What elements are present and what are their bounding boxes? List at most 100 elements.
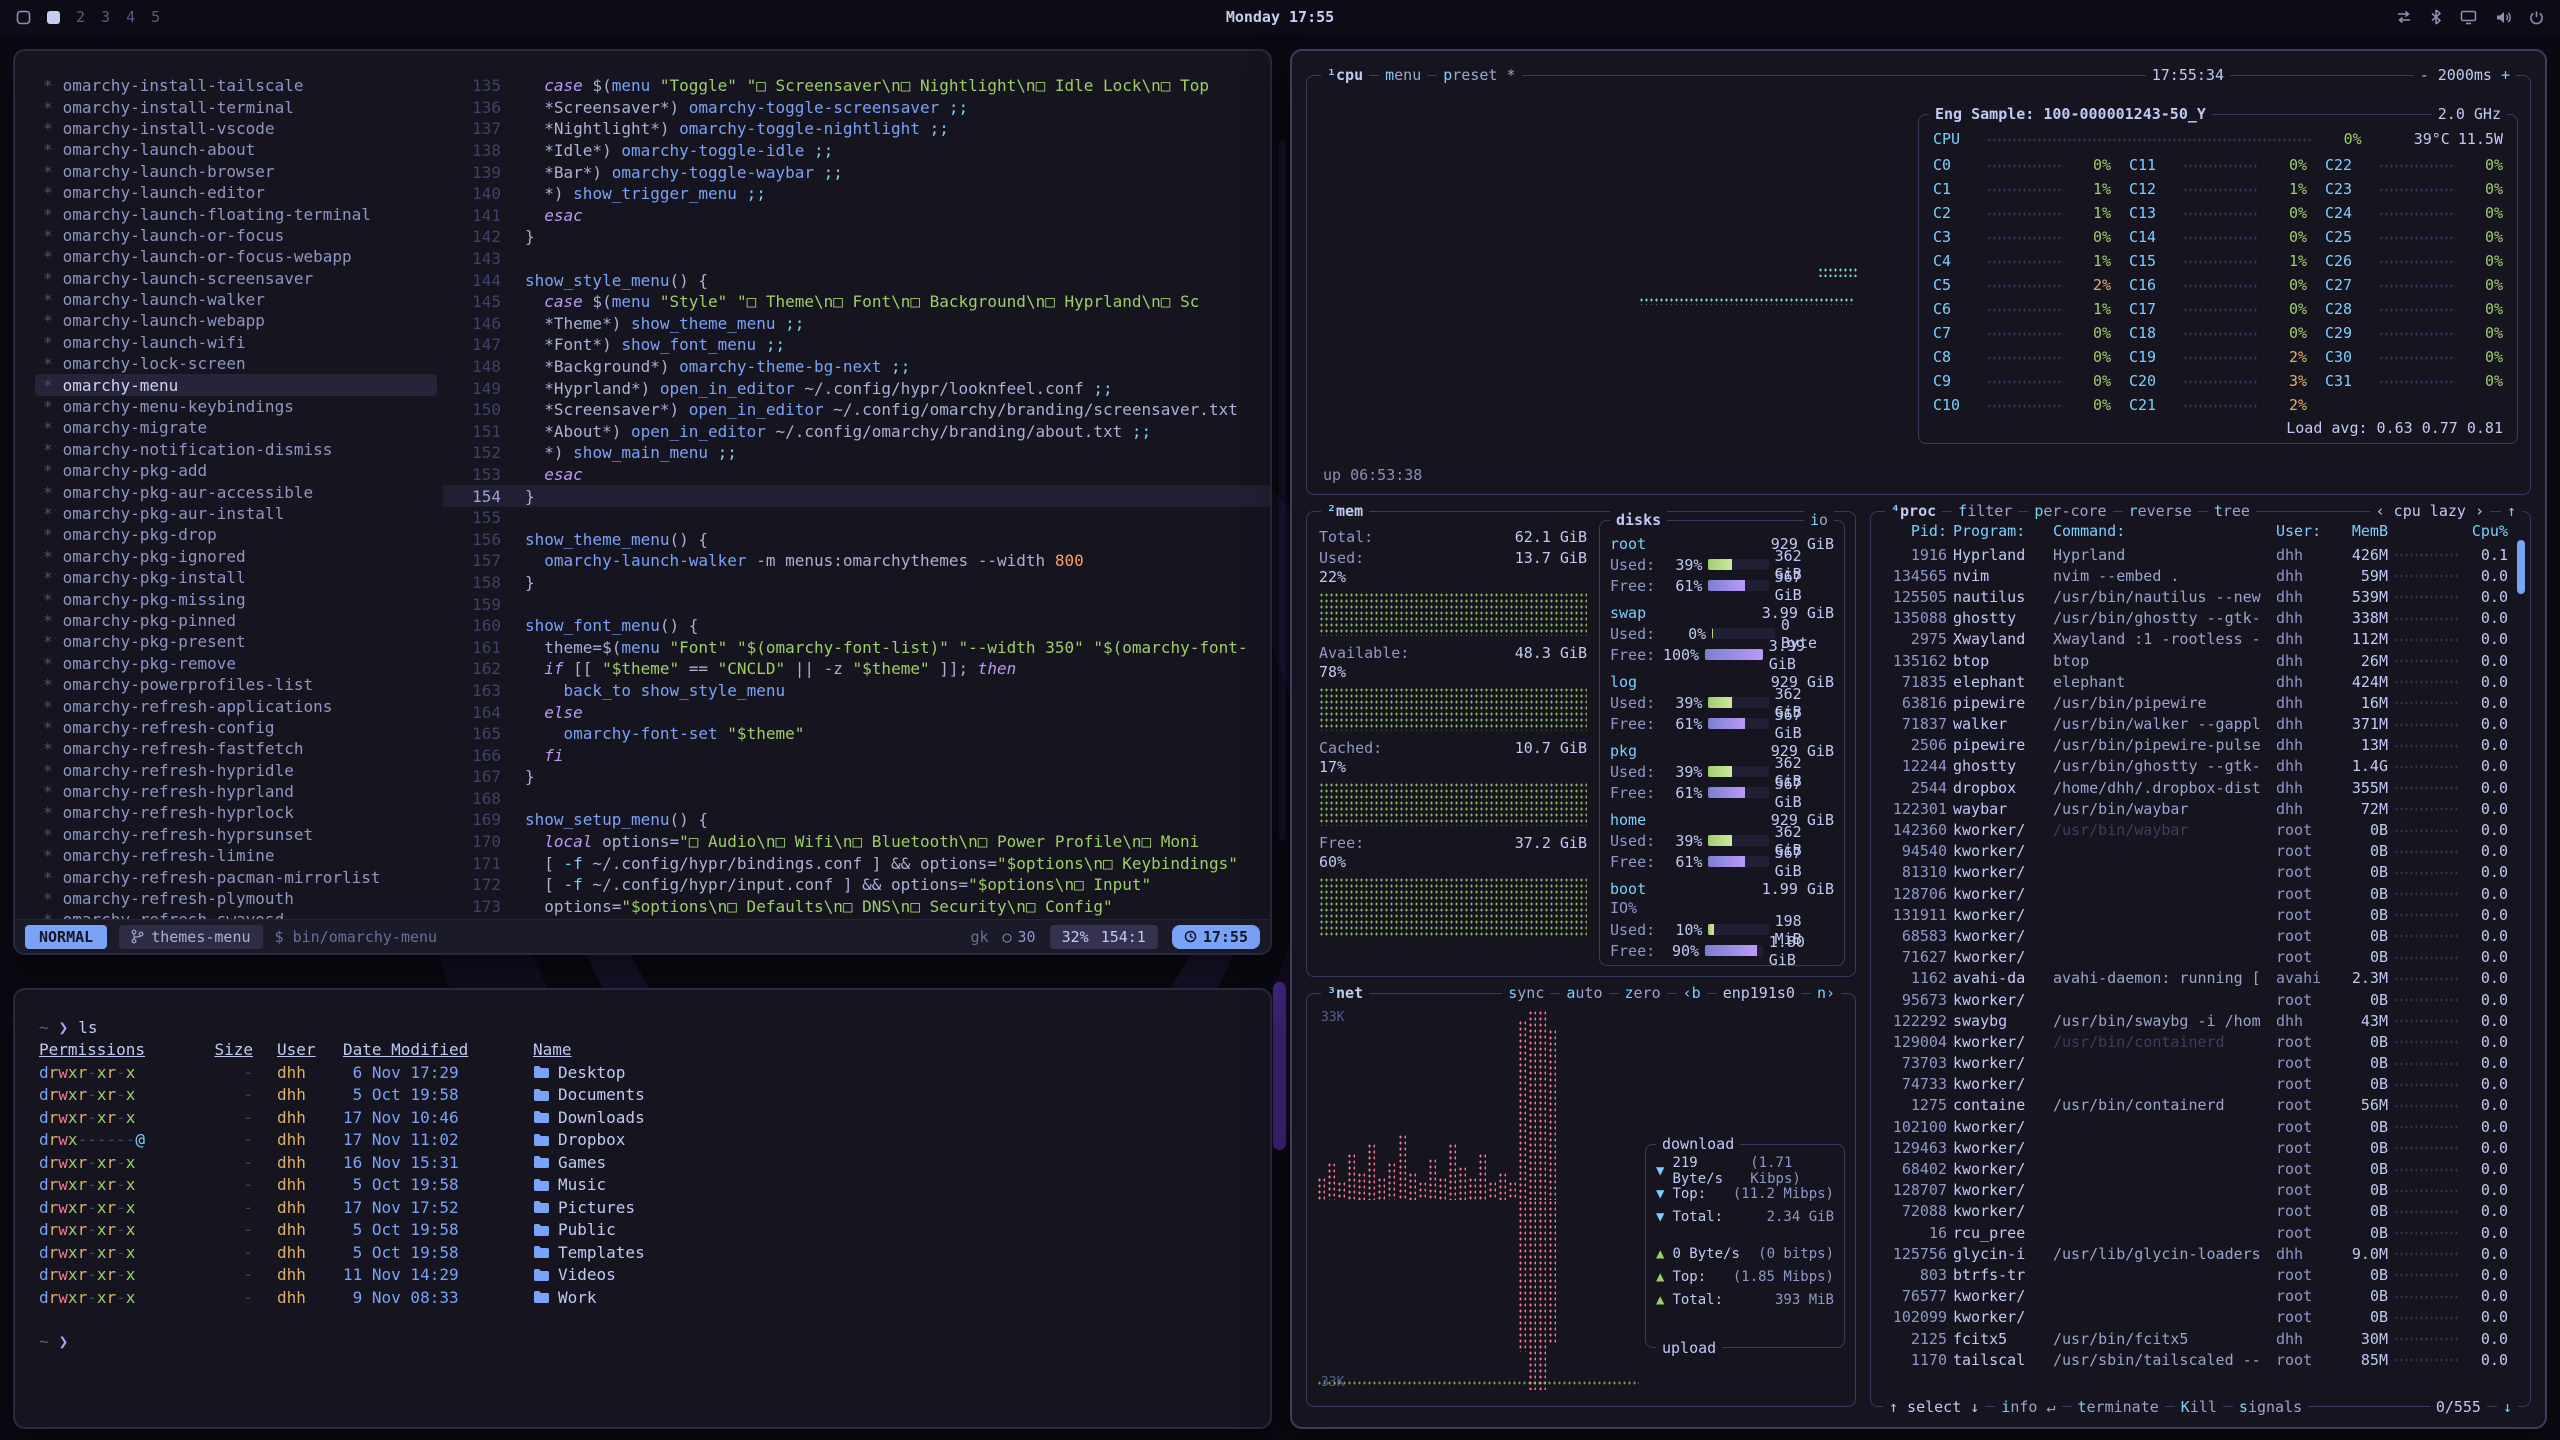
col-command[interactable]: Command: <box>2053 522 2270 540</box>
process-row[interactable]: 71627kworker/root0B0.0 <box>1881 947 2508 968</box>
code-line[interactable]: 145 case $(menu "Style" "□ Theme\n□ Font… <box>443 291 1270 313</box>
code-line[interactable]: 155 <box>443 507 1270 529</box>
code-line[interactable]: 158} <box>443 572 1270 594</box>
process-row[interactable]: 16rcu_preeroot0B0.0 <box>1881 1222 2508 1243</box>
file-item[interactable]: *omarchy-launch-about <box>35 139 437 160</box>
file-item[interactable]: *omarchy-pkg-aur-accessible <box>35 481 437 502</box>
col-program[interactable]: Program: <box>1953 522 2047 540</box>
scroll-down-button[interactable]: ↓ <box>2497 1398 2518 1416</box>
file-item[interactable]: *omarchy-notification-dismiss <box>35 439 437 460</box>
code-line[interactable]: 143 <box>443 248 1270 270</box>
file-item[interactable]: *omarchy-refresh-hyprlock <box>35 802 437 823</box>
file-item[interactable]: *omarchy-pkg-pinned <box>35 610 437 631</box>
file-item[interactable]: *omarchy-launch-screensaver <box>35 268 437 289</box>
file-item[interactable]: *omarchy-launch-editor <box>35 182 437 203</box>
process-row[interactable]: 135088ghostty/usr/bin/ghostty --gtk-dhh3… <box>1881 608 2508 629</box>
file-item[interactable]: *omarchy-install-tailscale <box>35 75 437 96</box>
code-line[interactable]: 135 case $(menu "Toggle" "□ Screensaver\… <box>443 75 1270 97</box>
code-line[interactable]: 163 back_to show_style_menu <box>443 680 1270 702</box>
file-item[interactable]: *omarchy-launch-wifi <box>35 332 437 353</box>
process-row[interactable]: 131911kworker/root0B0.0 <box>1881 904 2508 925</box>
code-line[interactable]: 162 if [[ "$theme" == "CNCLD" || -z "$th… <box>443 658 1270 680</box>
process-row[interactable]: 2506pipewire/usr/bin/pipewire-pulsedhh13… <box>1881 735 2508 756</box>
file-item[interactable]: *omarchy-launch-floating-terminal <box>35 203 437 224</box>
process-row[interactable]: 128707kworker/root0B0.0 <box>1881 1180 2508 1201</box>
process-row[interactable]: 2544dropbox/home/dhh/.dropbox-distdhh355… <box>1881 777 2508 798</box>
file-item[interactable]: *omarchy-pkg-remove <box>35 653 437 674</box>
code-line[interactable]: 142} <box>443 226 1270 248</box>
file-item[interactable]: *omarchy-refresh-plymouth <box>35 888 437 909</box>
reverse-button[interactable]: reverse <box>2123 502 2198 520</box>
code-line[interactable]: 137 *Nightlight*) omarchy-toggle-nightli… <box>443 118 1270 140</box>
code-line[interactable]: 151 *About*) open_in_editor ~/.config/om… <box>443 421 1270 443</box>
proc-tab[interactable]: ⁴proc <box>1885 502 1942 520</box>
file-item[interactable]: *omarchy-pkg-aur-install <box>35 503 437 524</box>
process-row[interactable]: 68402kworker/root0B0.0 <box>1881 1158 2508 1179</box>
process-row[interactable]: 135162btopbtopdhh26M0.0 <box>1881 650 2508 671</box>
rate-increase-button[interactable]: + <box>2501 66 2510 84</box>
process-row[interactable]: 122301waybar/usr/bin/waybardhh72M0.0 <box>1881 798 2508 819</box>
menu-button[interactable]: menu <box>1379 66 1427 84</box>
io-toggle-button[interactable]: io <box>1804 511 1834 529</box>
process-row[interactable]: 71835elephantelephantdhh424M0.0 <box>1881 671 2508 692</box>
proc-scrollbar[interactable] <box>2517 540 2525 594</box>
code-line[interactable]: 146 *Theme*) show_theme_menu ;; <box>443 313 1270 335</box>
col-memb[interactable]: MemB <box>2336 522 2388 540</box>
file-item[interactable]: *omarchy-pkg-present <box>35 631 437 652</box>
code-line[interactable]: 169show_setup_menu() { <box>443 809 1270 831</box>
code-line[interactable]: 147 *Font*) show_font_menu ;; <box>443 334 1270 356</box>
code-line[interactable]: 171 [ -f ~/.config/hypr/bindings.conf ] … <box>443 852 1270 874</box>
scroll-up-button[interactable]: ↑ <box>2501 502 2522 520</box>
net-tab[interactable]: ³net <box>1321 984 1369 1002</box>
file-item[interactable]: *omarchy-pkg-add <box>35 460 437 481</box>
col-cpu[interactable]: Cpu% <box>2464 522 2508 540</box>
process-row[interactable]: 68583kworker/root0B0.0 <box>1881 925 2508 946</box>
process-row[interactable]: 72088kworker/root0B0.0 <box>1881 1201 2508 1222</box>
file-item[interactable]: *omarchy-refresh-config <box>35 717 437 738</box>
process-row[interactable]: 129004kworker//usr/bin/containerdroot0B0… <box>1881 1031 2508 1052</box>
cpu-tab[interactable]: ¹cpu <box>1321 66 1369 84</box>
file-item[interactable]: *omarchy-pkg-missing <box>35 588 437 609</box>
process-row[interactable]: 71837walker/usr/bin/walker --gappldhh371… <box>1881 714 2508 735</box>
code-line[interactable]: 138 *Idle*) omarchy-toggle-idle ;; <box>443 140 1270 162</box>
code-line[interactable]: 164 else <box>443 701 1270 723</box>
net-auto-button[interactable]: auto <box>1560 984 1608 1002</box>
file-item[interactable]: *omarchy-menu <box>35 374 437 395</box>
file-item[interactable]: *omarchy-refresh-limine <box>35 845 437 866</box>
file-item[interactable]: *omarchy-launch-walker <box>35 289 437 310</box>
code-line[interactable]: 150 *Screensaver*) open_in_editor ~/.con… <box>443 399 1270 421</box>
process-row[interactable]: 1916HyprlandHyprlanddhh426M0.1 <box>1881 544 2508 565</box>
tree-button[interactable]: tree <box>2208 502 2256 520</box>
prompt-line[interactable]: ~ ❯ <box>39 1331 1246 1354</box>
code-line[interactable]: 152 *) show_main_menu ;; <box>443 442 1270 464</box>
process-row[interactable]: 81310kworker/root0B0.0 <box>1881 862 2508 883</box>
per-core-button[interactable]: per-core <box>2028 502 2112 520</box>
process-row[interactable]: 102099kworker/root0B0.0 <box>1881 1307 2508 1328</box>
code-line[interactable]: 165 omarchy-font-set "$theme" <box>443 723 1270 745</box>
code-line[interactable]: 156show_theme_menu() { <box>443 528 1270 550</box>
process-row[interactable]: 63816pipewire/usr/bin/pipewiredhh16M0.0 <box>1881 692 2508 713</box>
code-line[interactable]: 167} <box>443 766 1270 788</box>
process-row[interactable]: 76577kworker/root0B0.0 <box>1881 1286 2508 1307</box>
process-row[interactable]: 73703kworker/root0B0.0 <box>1881 1053 2508 1074</box>
file-item[interactable]: *omarchy-launch-or-focus <box>35 225 437 246</box>
net-sync-button[interactable]: sync <box>1502 984 1550 1002</box>
process-row[interactable]: 2125fcitx5/usr/bin/fcitx5dhh30M0.0 <box>1881 1328 2508 1349</box>
code-line[interactable]: 159 <box>443 593 1270 615</box>
process-row[interactable]: 122292swaybg/usr/bin/swaybg -i /homdhh43… <box>1881 1010 2508 1031</box>
file-item[interactable]: *omarchy-install-terminal <box>35 96 437 117</box>
signals-button[interactable]: signals <box>2233 1398 2308 1416</box>
code-line[interactable]: 136 *Screensaver*) omarchy-toggle-screen… <box>443 97 1270 119</box>
col-pid[interactable]: Pid: <box>1881 522 1947 540</box>
process-row[interactable]: 94540kworker/root0B0.0 <box>1881 841 2508 862</box>
code-line[interactable]: 161 theme=$(menu "Font" "$(omarchy-font-… <box>443 636 1270 658</box>
code-line[interactable]: 149 *Hyprland*) open_in_editor ~/.config… <box>443 377 1270 399</box>
process-row[interactable]: 142360kworker//usr/bin/waybarroot0B0.0 <box>1881 819 2508 840</box>
file-item[interactable]: *omarchy-refresh-hyprland <box>35 781 437 802</box>
code-line[interactable]: 166 fi <box>443 744 1270 766</box>
code-line[interactable]: 160show_font_menu() { <box>443 615 1270 637</box>
code-line[interactable]: 148 *Background*) omarchy-theme-bg-next … <box>443 356 1270 378</box>
kill-button[interactable]: Kill <box>2175 1398 2223 1416</box>
file-item[interactable]: *omarchy-refresh-pacman-mirrorlist <box>35 866 437 887</box>
code-line[interactable]: 140 *) show_trigger_menu ;; <box>443 183 1270 205</box>
